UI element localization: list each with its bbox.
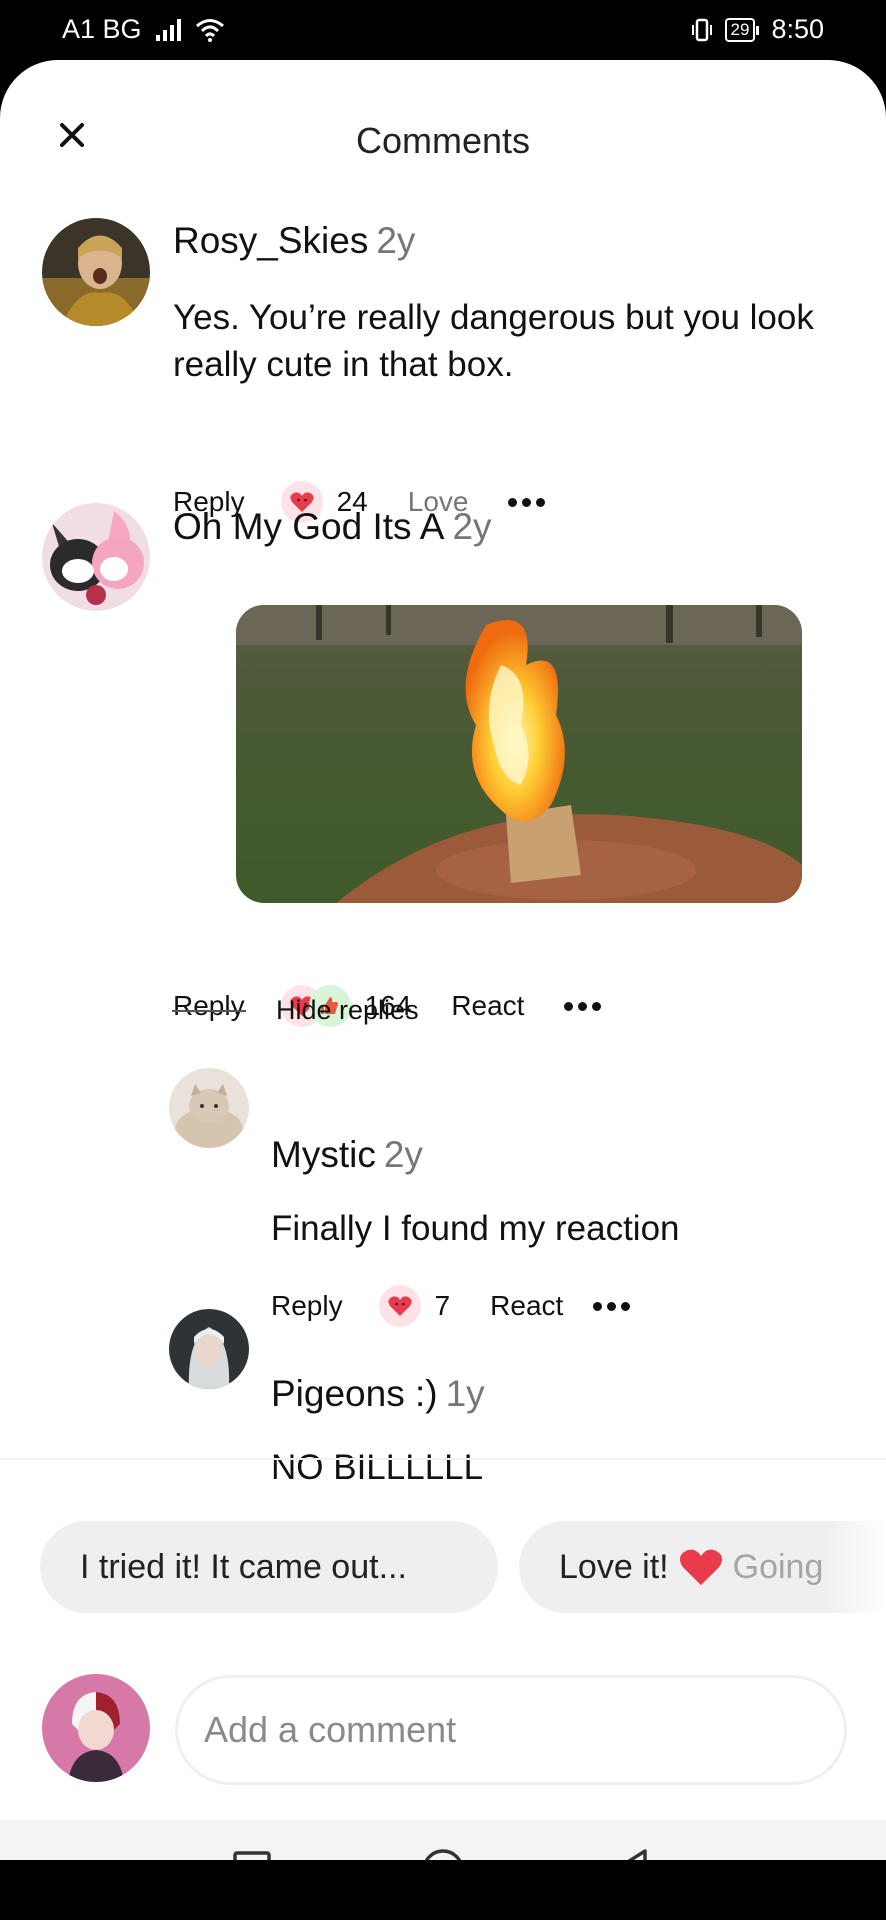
comment-text: Yes. You’re really dangerous but you loo… bbox=[173, 298, 814, 384]
more-options-icon[interactable] bbox=[593, 1301, 631, 1311]
comment-username[interactable]: Oh My God Its A 2y bbox=[173, 506, 492, 548]
wifi-icon bbox=[195, 18, 224, 42]
reaction-count[interactable]: 7 bbox=[435, 1290, 451, 1322]
suggestion-chip[interactable]: Love it! Going bbox=[519, 1521, 886, 1613]
reply-username[interactable]: Pigeons :) 1y bbox=[271, 1373, 485, 1415]
reply-text: Finally I found my reaction bbox=[271, 1209, 680, 1248]
avatar[interactable] bbox=[169, 1309, 249, 1389]
section-divider bbox=[0, 1458, 886, 1460]
sheet-header: Comments bbox=[0, 60, 886, 180]
back-button[interactable] bbox=[590, 1830, 670, 1860]
system-nav-bar bbox=[0, 1820, 886, 1860]
comment-image[interactable] bbox=[236, 605, 802, 903]
comment-input[interactable]: Add a comment bbox=[175, 1675, 847, 1785]
reply-username[interactable]: Mystic 2y bbox=[271, 1134, 423, 1176]
hide-replies-button[interactable]: Hide replies bbox=[172, 995, 419, 1026]
user-avatar[interactable] bbox=[42, 1674, 150, 1782]
battery-indicator: 29 bbox=[724, 17, 760, 42]
square-icon bbox=[233, 1851, 271, 1860]
heart-emoji-icon bbox=[679, 1549, 722, 1586]
page-title: Comments bbox=[355, 120, 531, 161]
comments-sheet: Comments Rosy_Skies 2y Yes. You’re really… bbox=[0, 60, 886, 1860]
suggestion-chip[interactable]: I tried it! It came out... bbox=[40, 1521, 498, 1613]
clock: 8:50 bbox=[771, 14, 824, 44]
avatar[interactable] bbox=[169, 1068, 249, 1148]
more-options-icon[interactable] bbox=[508, 497, 546, 507]
hide-replies-label: Hide replies bbox=[276, 995, 419, 1025]
divider-line bbox=[172, 1009, 246, 1012]
react-button[interactable]: React bbox=[451, 990, 524, 1022]
home-button[interactable] bbox=[403, 1830, 483, 1860]
avatar[interactable] bbox=[42, 503, 150, 611]
comment-input-placeholder: Add a comment bbox=[204, 1709, 457, 1750]
reply-text: NO BILLLLLL bbox=[271, 1448, 484, 1487]
signal-icon bbox=[155, 18, 181, 41]
reply-time: 1y bbox=[445, 1373, 485, 1414]
recent-apps-button[interactable] bbox=[212, 1830, 292, 1860]
react-button[interactable]: React bbox=[490, 1290, 563, 1322]
circle-icon bbox=[424, 1849, 462, 1860]
reply-time: 2y bbox=[383, 1134, 423, 1175]
comment-time: 2y bbox=[376, 220, 416, 261]
carrier-label: A1 BG bbox=[62, 14, 142, 44]
comment-time: 2y bbox=[452, 506, 492, 547]
back-triangle-icon bbox=[627, 1849, 647, 1860]
avatar[interactable] bbox=[42, 218, 150, 326]
more-options-icon[interactable] bbox=[564, 1001, 602, 1011]
comment-username[interactable]: Rosy_Skies 2y bbox=[173, 220, 415, 262]
heart-reaction-icon[interactable] bbox=[378, 1285, 421, 1327]
status-bar: A1 BG 29 8:50 bbox=[0, 0, 886, 60]
reply-button[interactable]: Reply bbox=[271, 1290, 343, 1322]
reply-actions: Reply 7 React bbox=[271, 1285, 631, 1327]
vibrate-icon bbox=[691, 18, 712, 41]
